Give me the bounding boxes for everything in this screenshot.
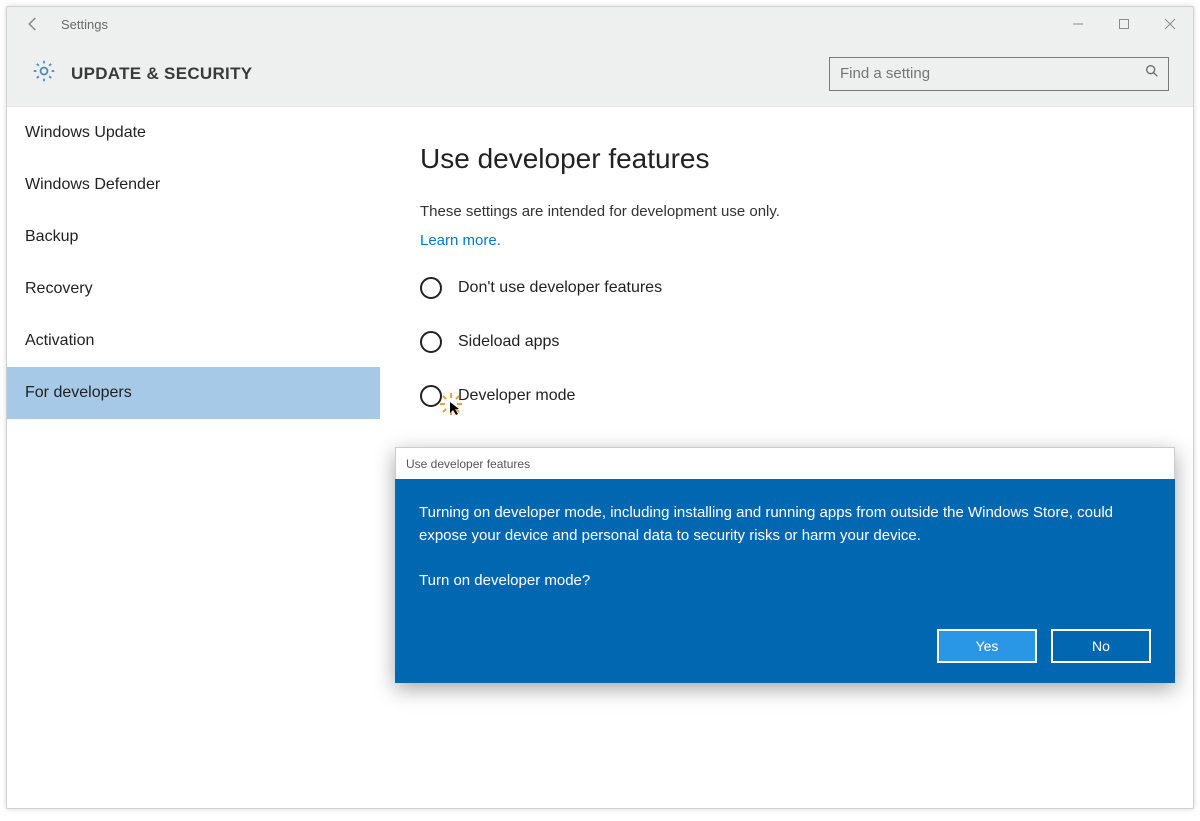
window-title: Settings	[61, 17, 108, 32]
search-box[interactable]	[829, 57, 1169, 91]
confirm-dialog: Use developer features Turning on develo…	[395, 447, 1175, 683]
radio-dont-use[interactable]: Don't use developer features	[420, 277, 1153, 299]
back-button[interactable]	[11, 7, 55, 41]
radio-developer-mode[interactable]: Developer mode	[420, 385, 1153, 407]
sidebar-item-activation[interactable]: Activation	[7, 315, 380, 367]
radio-icon	[420, 277, 442, 299]
radio-icon	[420, 385, 442, 407]
gear-icon	[31, 58, 57, 89]
window-controls	[1055, 7, 1193, 41]
maximize-button[interactable]	[1101, 7, 1147, 41]
sidebar-item-windows-defender[interactable]: Windows Defender	[7, 159, 380, 211]
no-button[interactable]: No	[1051, 629, 1151, 663]
header-row: UPDATE & SECURITY	[7, 41, 1193, 107]
settings-window: Settings UPDATE & SECURITY Windows Updat…	[6, 6, 1194, 809]
button-label: No	[1092, 638, 1110, 654]
button-label: Yes	[976, 638, 999, 654]
sidebar-item-label: Backup	[25, 228, 78, 246]
dialog-body: Turning on developer mode, including ins…	[395, 479, 1175, 683]
radio-sideload[interactable]: Sideload apps	[420, 331, 1153, 353]
search-input[interactable]	[840, 65, 1144, 82]
sidebar-item-label: Recovery	[25, 280, 93, 298]
radio-label: Sideload apps	[458, 333, 559, 351]
dialog-title: Use developer features	[395, 447, 1175, 479]
dialog-warning-text: Turning on developer mode, including ins…	[419, 501, 1151, 548]
sidebar-item-recovery[interactable]: Recovery	[7, 263, 380, 315]
dialog-actions: Yes No	[419, 629, 1151, 663]
page-description: These settings are intended for developm…	[420, 203, 1153, 220]
learn-more-link[interactable]: Learn more.	[420, 232, 501, 249]
minimize-button[interactable]	[1055, 7, 1101, 41]
radio-icon	[420, 331, 442, 353]
sidebar-item-label: Windows Update	[25, 124, 146, 142]
sidebar-item-label: For developers	[25, 384, 132, 402]
sidebar-item-label: Windows Defender	[25, 176, 160, 194]
section-title: UPDATE & SECURITY	[71, 64, 252, 84]
page-heading: Use developer features	[420, 143, 1153, 175]
sidebar-item-label: Activation	[25, 332, 94, 350]
titlebar: Settings	[7, 7, 1193, 41]
dialog-question: Turn on developer mode?	[419, 572, 1151, 589]
arrow-left-icon	[24, 15, 42, 33]
sidebar-item-backup[interactable]: Backup	[7, 211, 380, 263]
yes-button[interactable]: Yes	[937, 629, 1037, 663]
sidebar-item-for-developers[interactable]: For developers	[7, 367, 380, 419]
radio-label: Developer mode	[458, 387, 575, 405]
sidebar-item-windows-update[interactable]: Windows Update	[7, 107, 380, 159]
close-button[interactable]	[1147, 7, 1193, 41]
sidebar: Windows Update Windows Defender Backup R…	[7, 107, 380, 808]
radio-label: Don't use developer features	[458, 279, 662, 297]
search-icon	[1144, 63, 1160, 84]
